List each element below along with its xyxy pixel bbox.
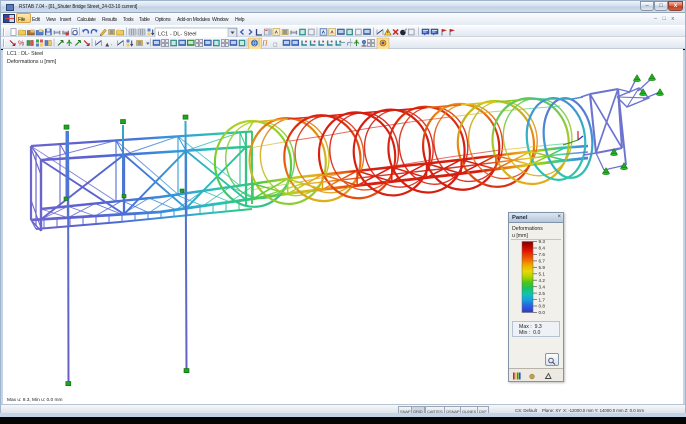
svg-text:9.3: 9.3 xyxy=(539,239,546,244)
svg-text:5.1: 5.1 xyxy=(539,272,546,277)
svg-text:2.5: 2.5 xyxy=(539,291,546,296)
svg-text:1.7: 1.7 xyxy=(539,297,546,302)
svg-text:0.0: 0.0 xyxy=(539,310,546,315)
svg-text:0.8: 0.8 xyxy=(539,304,546,309)
svg-text:5.9: 5.9 xyxy=(539,265,546,270)
svg-text:8.4: 8.4 xyxy=(539,246,546,251)
svg-text:3.4: 3.4 xyxy=(539,284,546,289)
svg-text:7.6: 7.6 xyxy=(539,252,546,257)
svg-text:6.7: 6.7 xyxy=(539,259,546,264)
svg-text:4.2: 4.2 xyxy=(539,278,546,283)
